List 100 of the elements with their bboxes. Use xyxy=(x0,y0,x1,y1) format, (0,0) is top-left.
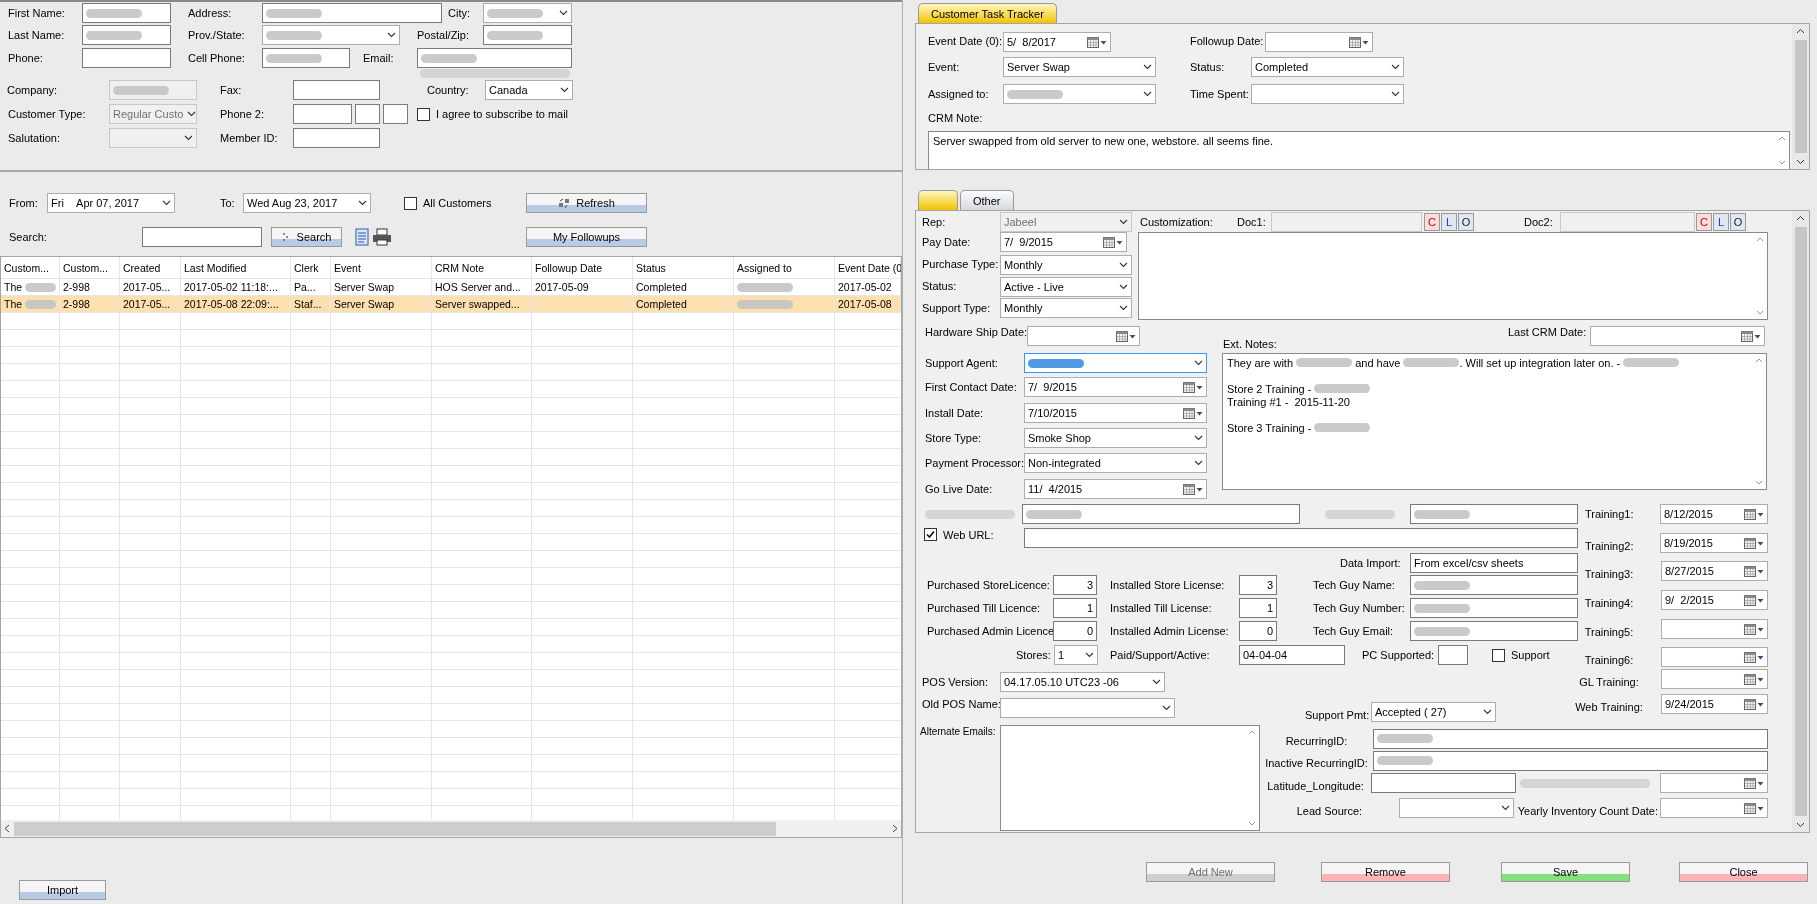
text-field[interactable] xyxy=(293,128,380,148)
tab[interactable] xyxy=(918,190,958,210)
text-field[interactable] xyxy=(142,227,262,247)
checkbox[interactable]: I agree to subscribe to mail xyxy=(417,107,569,121)
text-field[interactable]: 3 xyxy=(1053,575,1097,595)
dropdown[interactable] xyxy=(483,3,572,23)
date-picker[interactable] xyxy=(1027,326,1140,346)
text-field[interactable] xyxy=(82,25,171,45)
table-row[interactable]: The 2-998 2017-05... 2017-05-02 11:18:... Pa... Server Swap HOS Server and... 2017-05-09 Completed 2017-05-02 xyxy=(1,279,901,296)
dropdown[interactable] xyxy=(1251,84,1404,104)
chevron-down-icon[interactable] xyxy=(1796,822,1805,828)
text-area[interactable] xyxy=(1138,232,1768,320)
text-field[interactable]: 1 xyxy=(1053,598,1097,618)
text-field[interactable]: 3 xyxy=(1239,575,1277,595)
dropdown[interactable]: Canada xyxy=(485,80,573,100)
dropdown[interactable]: Wed Aug 23, 2017 xyxy=(243,193,371,213)
dropdown[interactable]: Non-integrated xyxy=(1024,453,1207,473)
scrollbar[interactable] xyxy=(1792,211,1809,832)
save-button[interactable]: Save xyxy=(1501,862,1630,882)
my-followups-button[interactable]: My Followups xyxy=(526,227,647,247)
date-picker[interactable] xyxy=(1661,619,1768,639)
text-field[interactable]: 0 xyxy=(1053,621,1097,641)
date-picker[interactable] xyxy=(1661,647,1768,667)
close-button[interactable]: Close xyxy=(1679,862,1808,882)
tab[interactable]: Other xyxy=(960,190,1014,210)
text-field[interactable]: 04-04-04 xyxy=(1239,645,1345,665)
text-field[interactable] xyxy=(1410,575,1578,595)
date-picker[interactable] xyxy=(1660,798,1768,818)
dropdown[interactable]: Server Swap xyxy=(1003,57,1156,77)
date-picker[interactable]: 7/ 9/2015 xyxy=(1024,377,1207,397)
date-picker[interactable]: 11/ 4/2015 xyxy=(1024,479,1207,499)
date-picker[interactable]: 7/ 9/2015 xyxy=(1000,232,1127,252)
text-field[interactable] xyxy=(1373,750,1768,771)
date-picker[interactable]: 7/10/2015 xyxy=(1024,403,1207,423)
text-field[interactable] xyxy=(417,48,572,68)
date-picker[interactable] xyxy=(1660,773,1768,793)
text-field[interactable]: From excel/csv sheets xyxy=(1410,553,1578,573)
text-field[interactable] xyxy=(1410,598,1578,618)
import-button[interactable]: Import xyxy=(19,880,106,900)
text-field[interactable] xyxy=(82,3,171,23)
dropdown[interactable] xyxy=(262,25,400,45)
dropdown[interactable] xyxy=(1398,798,1514,818)
dropdown[interactable]: Smoke Shop xyxy=(1024,428,1207,448)
dropdown[interactable]: Monthly xyxy=(1000,254,1132,275)
scrollbar[interactable] xyxy=(1,820,901,837)
date-picker[interactable]: 5/ 8/2017 xyxy=(1003,31,1111,52)
dropdown[interactable] xyxy=(1000,698,1175,718)
dropdown[interactable]: 04.17.05.10 UTC23 -06 xyxy=(1000,672,1165,692)
dropdown[interactable]: Accepted ( 27) xyxy=(1371,702,1496,722)
printer-icon[interactable] xyxy=(372,228,392,246)
dropdown[interactable]: Monthly xyxy=(1000,298,1132,318)
date-dropdown[interactable]: Fri Apr 07, 2017 xyxy=(47,193,175,213)
text-field[interactable] xyxy=(1410,504,1578,524)
text-area[interactable]: They are with and have . Will set up integration later on. - Store 2 Training - Training #1 - 2015-11-20 Store 3 Training - xyxy=(1222,353,1767,490)
date-picker[interactable] xyxy=(1661,669,1768,689)
text-field[interactable] xyxy=(1373,728,1768,749)
text-field[interactable]: 1 xyxy=(1239,598,1277,618)
text-field[interactable] xyxy=(383,104,408,124)
text-field[interactable] xyxy=(293,80,380,100)
date-picker[interactable]: 9/24/2015 xyxy=(1661,694,1768,714)
text-field[interactable] xyxy=(1022,504,1300,524)
date-picker[interactable]: 8/12/2015 xyxy=(1660,504,1768,524)
dropdown[interactable] xyxy=(1003,84,1156,104)
table-row[interactable]: The 2-998 2017-05... 2017-05-08 22:09:... Staf... Server Swap Server swapped... Completed 2017-05-08 xyxy=(1,296,901,313)
tab[interactable]: Customer Task Tracker xyxy=(918,3,1057,23)
date-picker[interactable] xyxy=(1590,326,1765,346)
text-field[interactable] xyxy=(355,104,380,124)
text-area[interactable]: Server swapped from old server to new one, webstore. all seems fine. xyxy=(928,131,1790,169)
dropdown[interactable]: Active - Live xyxy=(1000,276,1132,297)
checkbox[interactable]: Support xyxy=(1492,648,1550,662)
text-field[interactable] xyxy=(1410,621,1578,641)
chevron-right-icon[interactable] xyxy=(892,824,898,833)
date-picker[interactable]: 9/ 2/2015 xyxy=(1661,590,1768,610)
remove-button[interactable]: Remove xyxy=(1321,862,1450,882)
text-field[interactable] xyxy=(1371,773,1516,793)
text-field[interactable] xyxy=(262,3,442,23)
text-field[interactable] xyxy=(1024,528,1578,548)
checkbox[interactable]: All Customers xyxy=(404,196,492,210)
scrollbar[interactable] xyxy=(1792,24,1809,169)
text-area[interactable] xyxy=(1000,725,1260,831)
checkbox[interactable]: Web URL: xyxy=(924,528,994,541)
date-picker[interactable] xyxy=(1265,31,1373,52)
text-field[interactable]: 0 xyxy=(1239,621,1277,641)
text-field[interactable] xyxy=(1438,645,1468,665)
text-field[interactable] xyxy=(293,104,352,124)
dropdown[interactable]: Completed xyxy=(1251,57,1404,77)
date-picker[interactable]: 8/27/2015 xyxy=(1661,561,1768,581)
chevron-up-icon[interactable] xyxy=(1796,28,1805,34)
date-picker[interactable]: 8/19/2015 xyxy=(1660,533,1768,553)
text-field[interactable] xyxy=(262,48,350,68)
dropdown[interactable]: 1 xyxy=(1054,645,1098,665)
chevron-up-icon[interactable] xyxy=(1796,215,1805,221)
text-field[interactable] xyxy=(82,48,171,68)
field-label: Member ID: xyxy=(220,131,278,145)
refresh-button[interactable]: Refresh xyxy=(526,193,647,213)
text-field[interactable] xyxy=(483,25,572,45)
chevron-down-icon[interactable] xyxy=(1796,159,1805,165)
chevron-left-icon[interactable] xyxy=(4,824,10,833)
search-button[interactable]: Search xyxy=(271,227,342,247)
dropdown[interactable] xyxy=(1024,353,1207,373)
